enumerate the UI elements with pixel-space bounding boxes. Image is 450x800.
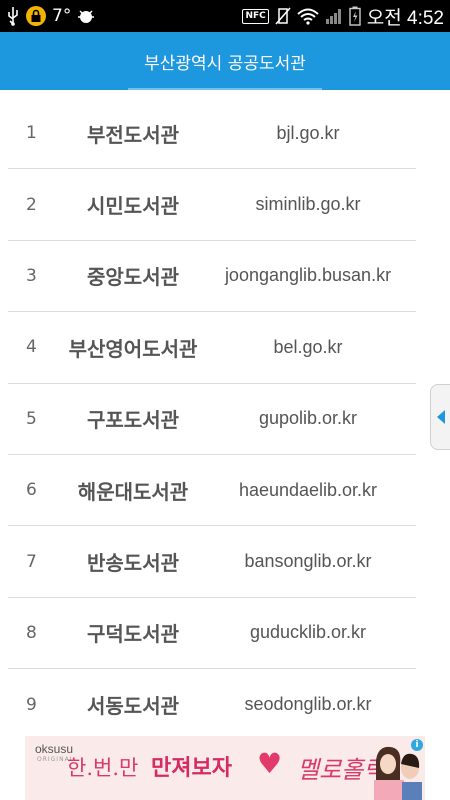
library-number: 7 — [26, 551, 37, 572]
signal-icon — [325, 7, 343, 25]
library-row[interactable]: 8 구덕도서관 guducklib.or.kr — [8, 598, 416, 670]
library-name[interactable]: 부전도서관 — [48, 119, 218, 148]
library-row[interactable]: 3 중앙도서관 joonganglib.busan.kr — [8, 241, 416, 313]
library-number: 9 — [26, 694, 37, 715]
heart-icon: ♥ — [257, 747, 283, 780]
ad-banner[interactable]: oksusu ORIGINAL 한.번.만 만져보자 ♥ 멜로홀릭 i ✕ — [25, 736, 425, 800]
library-name[interactable]: 반송도서관 — [48, 547, 218, 576]
library-url-link[interactable]: bel.go.kr — [203, 337, 413, 358]
android-debug-icon — [77, 8, 95, 24]
library-url-link[interactable]: gupolib.or.kr — [203, 408, 413, 429]
vibrate-icon — [275, 7, 291, 25]
library-row[interactable]: 4 부산영어도서관 bel.go.kr — [8, 312, 416, 384]
library-url-link[interactable]: bansonglib.or.kr — [203, 551, 413, 572]
ad-text-2: 만져보자 — [151, 756, 232, 781]
library-row[interactable]: 2 시민도서관 siminlib.go.kr — [8, 169, 416, 241]
library-row[interactable]: 7 반송도서관 bansonglib.or.kr — [8, 526, 416, 598]
side-panel-handle[interactable] — [430, 384, 450, 450]
library-name[interactable]: 구덕도서관 — [48, 618, 218, 647]
clock-text: 오전 4:52 — [366, 7, 444, 29]
library-name[interactable]: 시민도서관 — [48, 190, 218, 219]
library-name[interactable]: 해운대도서관 — [48, 476, 218, 505]
temperature-text: 7° — [52, 6, 72, 26]
library-number: 3 — [26, 265, 37, 286]
library-number: 8 — [26, 622, 37, 643]
library-number: 2 — [26, 194, 37, 215]
nfc-icon: NFC — [242, 8, 269, 24]
wifi-icon — [297, 7, 319, 25]
page-title[interactable]: 부산광역시 공공도서관 — [144, 49, 306, 74]
status-bar-left: 7° — [6, 6, 95, 26]
battery-icon — [349, 6, 361, 26]
status-bar-right: NFC 오전 4:52 — [242, 3, 444, 30]
library-number: 6 — [26, 480, 37, 501]
library-number: 4 — [26, 337, 37, 358]
library-url-link[interactable]: haeundaelib.or.kr — [203, 480, 413, 501]
chevron-left-icon — [436, 410, 445, 424]
library-row[interactable]: 9 서동도서관 seodonglib.or.kr — [8, 669, 416, 740]
ad-text-1: 한.번.만 — [67, 756, 139, 780]
app-bar: 부산광역시 공공도서관 — [0, 32, 450, 90]
library-name[interactable]: 부산영어도서관 — [48, 333, 218, 362]
library-list: 1 부전도서관 bjl.go.kr 2 시민도서관 siminlib.go.kr 3 중앙도서… — [8, 98, 416, 741]
library-url-link[interactable]: bjl.go.kr — [203, 123, 413, 144]
library-number: 1 — [26, 123, 37, 144]
library-row[interactable]: 5 구포도서관 gupolib.or.kr — [8, 384, 416, 455]
library-row[interactable]: 1 부전도서관 bjl.go.kr — [8, 98, 416, 170]
library-name[interactable]: 서동도서관 — [48, 690, 218, 719]
library-url-link[interactable]: joonganglib.busan.kr — [203, 265, 413, 286]
tab-indicator — [128, 88, 322, 90]
library-row[interactable]: 6 해운대도서관 haeundaelib.or.kr — [8, 455, 416, 527]
ad-info-icon[interactable]: i — [411, 739, 423, 751]
library-url-link[interactable]: seodonglib.or.kr — [203, 694, 413, 715]
status-bar: 7° NFC 오전 4:52 — [0, 0, 450, 32]
library-number: 5 — [26, 408, 37, 429]
usb-icon — [6, 6, 20, 26]
library-name[interactable]: 중앙도서관 — [48, 261, 218, 290]
lock-icon — [26, 6, 46, 26]
library-url-link[interactable]: guducklib.or.kr — [203, 622, 413, 643]
library-name[interactable]: 구포도서관 — [48, 404, 218, 433]
library-url-link[interactable]: siminlib.go.kr — [203, 194, 413, 215]
